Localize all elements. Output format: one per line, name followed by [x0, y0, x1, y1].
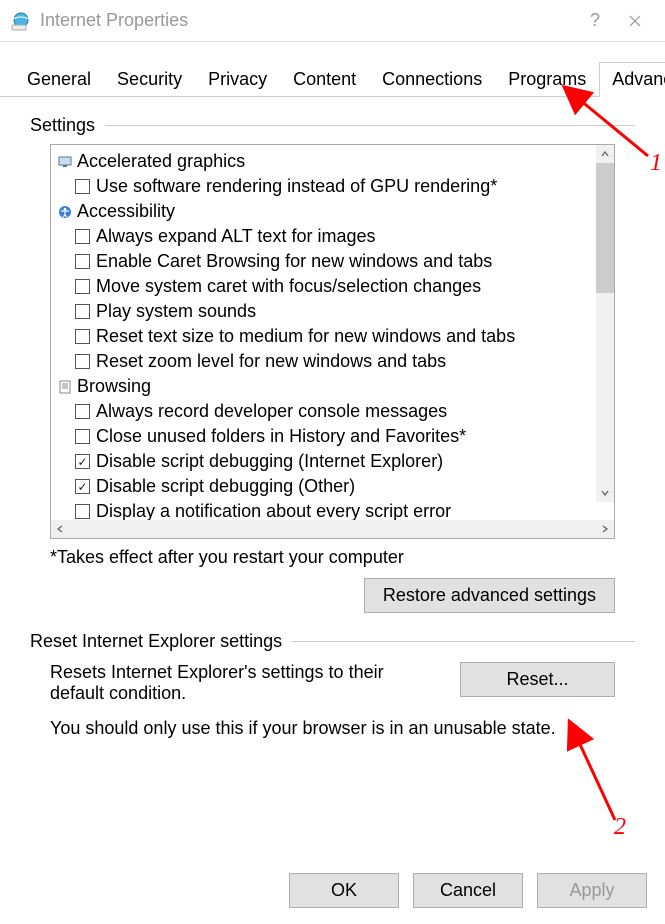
- checkbox[interactable]: [75, 229, 90, 244]
- item-label: Disable script debugging (Internet Explo…: [96, 451, 443, 472]
- item-close-folders[interactable]: Close unused folders in History and Favo…: [57, 424, 608, 449]
- item-label: Always record developer console messages: [96, 401, 447, 422]
- item-reset-text-size[interactable]: Reset text size to medium for new window…: [57, 324, 608, 349]
- item-label: Disable script debugging (Other): [96, 476, 355, 497]
- category-accelerated-graphics: Accelerated graphics: [57, 149, 608, 174]
- checkbox[interactable]: ✓: [75, 479, 90, 494]
- help-button[interactable]: ?: [575, 6, 615, 36]
- item-label: Play system sounds: [96, 301, 256, 322]
- tab-connections[interactable]: Connections: [369, 62, 495, 97]
- dialog-buttons: OK Cancel Apply: [289, 873, 647, 908]
- category-accessibility: Accessibility: [57, 199, 608, 224]
- reset-description: Resets Internet Explorer's settings to t…: [50, 662, 440, 704]
- tab-content[interactable]: Content: [280, 62, 369, 97]
- item-label: Enable Caret Browsing for new windows an…: [96, 251, 492, 272]
- item-label: Display a notification about every scrip…: [96, 501, 451, 520]
- reset-note: You should only use this if your browser…: [50, 718, 615, 739]
- tree-content[interactable]: Accelerated graphics Use software render…: [51, 145, 614, 520]
- close-button[interactable]: [615, 6, 655, 36]
- scroll-thumb[interactable]: [596, 163, 614, 293]
- reset-button[interactable]: Reset...: [460, 662, 615, 697]
- checkbox[interactable]: [75, 304, 90, 319]
- item-console-messages[interactable]: Always record developer console messages: [57, 399, 608, 424]
- ie-icon: [10, 10, 32, 32]
- scroll-down-icon[interactable]: [596, 484, 614, 502]
- tab-security[interactable]: Security: [104, 62, 195, 97]
- category-label: Browsing: [77, 376, 151, 397]
- tab-programs[interactable]: Programs: [495, 62, 599, 97]
- item-system-sounds[interactable]: Play system sounds: [57, 299, 608, 324]
- accessibility-icon: [57, 204, 73, 220]
- divider: [105, 125, 635, 126]
- item-system-caret[interactable]: Move system caret with focus/selection c…: [57, 274, 608, 299]
- checkbox[interactable]: [75, 329, 90, 344]
- item-label: Move system caret with focus/selection c…: [96, 276, 481, 297]
- restart-footnote: *Takes effect after you restart your com…: [50, 547, 635, 568]
- tabs: General Security Privacy Content Connect…: [0, 42, 665, 97]
- checkbox[interactable]: [75, 404, 90, 419]
- ok-button[interactable]: OK: [289, 873, 399, 908]
- item-reset-zoom[interactable]: Reset zoom level for new windows and tab…: [57, 349, 608, 374]
- window-title: Internet Properties: [40, 10, 575, 31]
- tab-privacy[interactable]: Privacy: [195, 62, 280, 97]
- settings-tree: Accelerated graphics Use software render…: [50, 144, 615, 539]
- item-script-error-notify[interactable]: Display a notification about every scrip…: [57, 499, 608, 520]
- item-label: Reset text size to medium for new window…: [96, 326, 515, 347]
- item-disable-debug-other[interactable]: ✓ Disable script debugging (Other): [57, 474, 608, 499]
- item-gpu-rendering[interactable]: Use software rendering instead of GPU re…: [57, 174, 608, 199]
- cancel-button[interactable]: Cancel: [413, 873, 523, 908]
- checkbox[interactable]: [75, 254, 90, 269]
- checkbox[interactable]: ✓: [75, 454, 90, 469]
- settings-group: Settings Accelerated graphics Use softwa…: [30, 115, 635, 613]
- page-icon: [57, 379, 73, 395]
- tab-general[interactable]: General: [14, 62, 104, 97]
- annotation-1: 1: [650, 150, 662, 177]
- checkbox[interactable]: [75, 279, 90, 294]
- reset-label: Reset Internet Explorer settings: [30, 631, 282, 652]
- reset-group: Reset Internet Explorer settings Resets …: [30, 631, 635, 739]
- scroll-left-icon[interactable]: [51, 520, 69, 538]
- tree-scrollbar-vertical[interactable]: [596, 145, 614, 502]
- checkbox[interactable]: [75, 429, 90, 444]
- item-alt-text[interactable]: Always expand ALT text for images: [57, 224, 608, 249]
- item-label: Close unused folders in History and Favo…: [96, 426, 466, 447]
- category-label: Accelerated graphics: [77, 151, 245, 172]
- restore-advanced-button[interactable]: Restore advanced settings: [364, 578, 615, 613]
- monitor-icon: [57, 154, 73, 170]
- item-caret-browsing[interactable]: Enable Caret Browsing for new windows an…: [57, 249, 608, 274]
- scroll-right-icon[interactable]: [596, 520, 614, 538]
- advanced-panel: Settings Accelerated graphics Use softwa…: [0, 97, 665, 749]
- item-label: Reset zoom level for new windows and tab…: [96, 351, 446, 372]
- category-browsing: Browsing: [57, 374, 608, 399]
- item-label: Always expand ALT text for images: [96, 226, 375, 247]
- checkbox[interactable]: [75, 179, 90, 194]
- scroll-up-icon[interactable]: [596, 145, 614, 163]
- checkbox[interactable]: [75, 354, 90, 369]
- settings-label: Settings: [30, 115, 95, 136]
- reset-header: Reset Internet Explorer settings: [30, 631, 635, 652]
- tab-advanced[interactable]: Advanced: [599, 62, 665, 97]
- annotation-2: 2: [614, 814, 626, 841]
- item-disable-debug-ie[interactable]: ✓ Disable script debugging (Internet Expl…: [57, 449, 608, 474]
- divider: [292, 641, 635, 642]
- checkbox[interactable]: [75, 504, 90, 519]
- category-label: Accessibility: [77, 201, 175, 222]
- apply-button[interactable]: Apply: [537, 873, 647, 908]
- item-label: Use software rendering instead of GPU re…: [96, 176, 497, 197]
- tree-scrollbar-horizontal[interactable]: [51, 520, 614, 538]
- titlebar: Internet Properties ?: [0, 0, 665, 42]
- settings-header: Settings: [30, 115, 635, 136]
